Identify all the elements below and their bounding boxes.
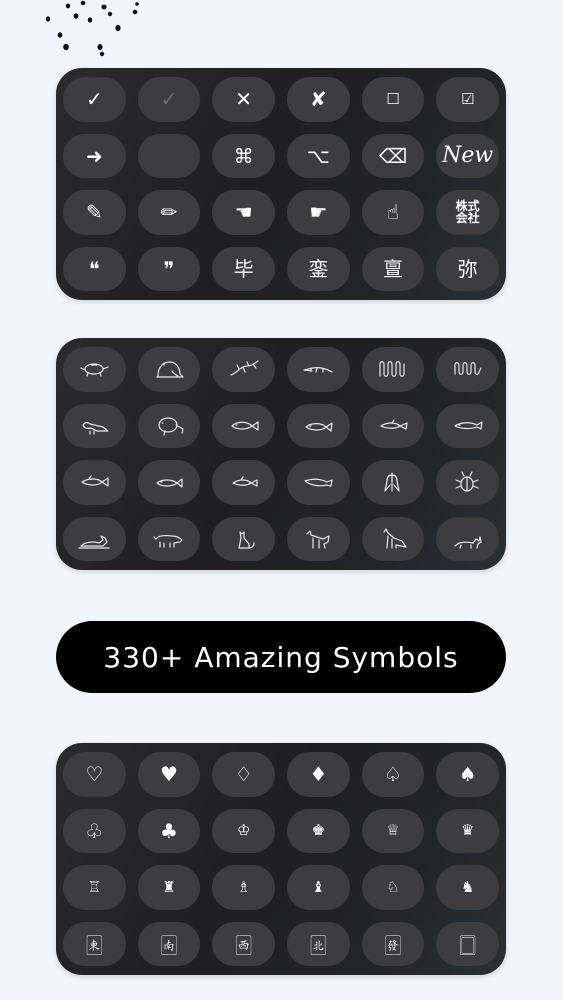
fish-4-icon[interactable]	[436, 403, 499, 448]
animal-symbols-panel	[56, 338, 506, 570]
close-quote-icon[interactable]: ❞	[137, 246, 201, 291]
jackal-icon[interactable]	[287, 516, 350, 561]
crocodile-icon[interactable]	[287, 347, 350, 392]
diamond-outline-icon[interactable]: ♢	[212, 752, 275, 797]
command-key-icon[interactable]: ⌘	[212, 133, 275, 178]
animal-symbols-grid	[63, 347, 499, 561]
decorative-dots	[45, 0, 139, 57]
diamond-filled-icon[interactable]: ♦	[287, 752, 350, 797]
mahjong-east-wind-icon[interactable]: 🀀	[63, 921, 126, 966]
fish-8-icon[interactable]	[287, 460, 350, 505]
chess-king-filled-icon[interactable]: ♚	[287, 808, 350, 853]
heavy-checkmark-icon[interactable]: ✓	[137, 77, 201, 122]
option-key-icon[interactable]: ⌥	[287, 133, 350, 178]
pencil-outline-icon[interactable]: ✏	[137, 190, 201, 235]
ballot-x-icon[interactable]: ✘	[287, 77, 350, 122]
club-outline-icon[interactable]: ♧	[63, 808, 126, 853]
fish-5-icon[interactable]	[63, 460, 126, 505]
pencil-icon[interactable]: ✎	[63, 190, 126, 235]
checkmark-icon[interactable]: ✓	[63, 77, 126, 122]
spade-filled-icon[interactable]: ♠	[436, 752, 499, 797]
beetle-icon[interactable]	[436, 460, 499, 505]
promo-banner: 330+ Amazing Symbols	[56, 621, 506, 693]
club-filled-icon[interactable]: ♣	[137, 808, 201, 853]
cicada-icon[interactable]	[361, 460, 425, 505]
lizard-icon[interactable]	[212, 347, 275, 392]
heart-filled-icon[interactable]: ♥	[137, 752, 201, 797]
frog-icon[interactable]	[137, 347, 201, 392]
hand-pointing-left-icon[interactable]: ☚	[212, 190, 275, 235]
mahjong-green-dragon-icon[interactable]: 🀅	[361, 921, 425, 966]
fish-3-icon[interactable]	[361, 403, 425, 448]
cjk-dan-icon[interactable]: 亶	[361, 246, 425, 291]
fox-icon[interactable]	[361, 516, 425, 561]
ui-symbols-panel: ✓ ✓ ✕ ✘ ☐ ☑ ➜ ⌘ ⌥ ⌫ New ✎ ✏ ☚ ☛ ☝ 株式会社 ❝ ❞ 毕銮亶弥	[56, 68, 506, 300]
cat-sitting-icon[interactable]	[212, 516, 275, 561]
cjk-bi-icon[interactable]: 毕	[212, 246, 275, 291]
spade-outline-icon[interactable]: ♤	[361, 752, 425, 797]
chess-bishop-outline-icon[interactable]: ♗	[212, 865, 275, 910]
bird-icon[interactable]	[63, 403, 126, 448]
open-quote-icon[interactable]: ❝	[63, 246, 126, 291]
pig-icon[interactable]	[137, 516, 201, 561]
snake-2-icon[interactable]	[436, 347, 499, 392]
cjk-mi-icon[interactable]: 弥	[436, 246, 499, 291]
chess-rook-outline-icon[interactable]: ♖	[63, 865, 126, 910]
hand-pointing-right-icon[interactable]: ☛	[287, 190, 350, 235]
hand-pointing-up-icon[interactable]: ☝	[361, 190, 425, 235]
mahjong-south-wind-icon[interactable]: 🀁	[137, 921, 201, 966]
snake-icon[interactable]	[361, 347, 425, 392]
fish-7-icon[interactable]	[212, 460, 275, 505]
chess-knight-filled-icon[interactable]: ♞	[436, 865, 499, 910]
turtle-icon[interactable]	[63, 347, 126, 392]
chess-king-outline-icon[interactable]: ♔	[212, 808, 275, 853]
apple-logo-icon[interactable]	[137, 133, 201, 178]
chess-queen-outline-icon[interactable]: ♕	[361, 808, 425, 853]
kabushiki-kaisha-icon[interactable]: 株式会社	[436, 190, 499, 235]
chess-queen-filled-icon[interactable]: ♛	[436, 808, 499, 853]
fish-2-icon[interactable]	[287, 403, 350, 448]
right-arrow-icon[interactable]: ➜	[63, 133, 126, 178]
ballot-box-icon[interactable]: ☐	[361, 77, 425, 122]
chess-bishop-filled-icon[interactable]: ♝	[287, 865, 350, 910]
lion-icon[interactable]	[436, 516, 499, 561]
cjk-luan-icon[interactable]: 銮	[287, 246, 350, 291]
fish-6-icon[interactable]	[137, 460, 201, 505]
fish-puffer-icon[interactable]	[137, 403, 201, 448]
fish-icon[interactable]	[212, 403, 275, 448]
rabbit-icon[interactable]	[63, 516, 126, 561]
game-symbols-grid: ♡ ♥ ♢ ♦ ♤ ♠ ♧ ♣ ♔ ♚ ♕ ♛ ♖ ♜ ♗ ♝ ♘ ♞ 🀀 🀁 🀂 🀃 🀅 🀆	[63, 752, 499, 966]
mahjong-north-wind-icon[interactable]: 🀃	[287, 921, 350, 966]
game-symbols-panel: ♡ ♥ ♢ ♦ ♤ ♠ ♧ ♣ ♔ ♚ ♕ ♛ ♖ ♜ ♗ ♝ ♘ ♞ 🀀 🀁 🀂 🀃 🀅 🀆	[56, 743, 506, 975]
mahjong-west-wind-icon[interactable]: 🀂	[212, 921, 275, 966]
multiplication-x-icon[interactable]: ✕	[212, 77, 275, 122]
banner-title: 330+ Amazing Symbols	[103, 640, 459, 674]
mahjong-white-dragon-icon[interactable]: 🀆	[436, 921, 499, 966]
delete-key-icon[interactable]: ⌫	[361, 133, 425, 178]
chess-rook-filled-icon[interactable]: ♜	[137, 865, 201, 910]
chess-knight-outline-icon[interactable]: ♘	[361, 865, 425, 910]
ui-symbols-grid: ✓ ✓ ✕ ✘ ☐ ☑ ➜ ⌘ ⌥ ⌫ New ✎ ✏ ☚ ☛ ☝ 株式会社 ❝ ❞ 毕銮亶弥	[63, 77, 499, 291]
heart-outline-icon[interactable]: ♡	[63, 752, 126, 797]
checked-box-icon[interactable]: ☑	[436, 77, 499, 122]
new-script-icon[interactable]: New	[436, 133, 499, 178]
